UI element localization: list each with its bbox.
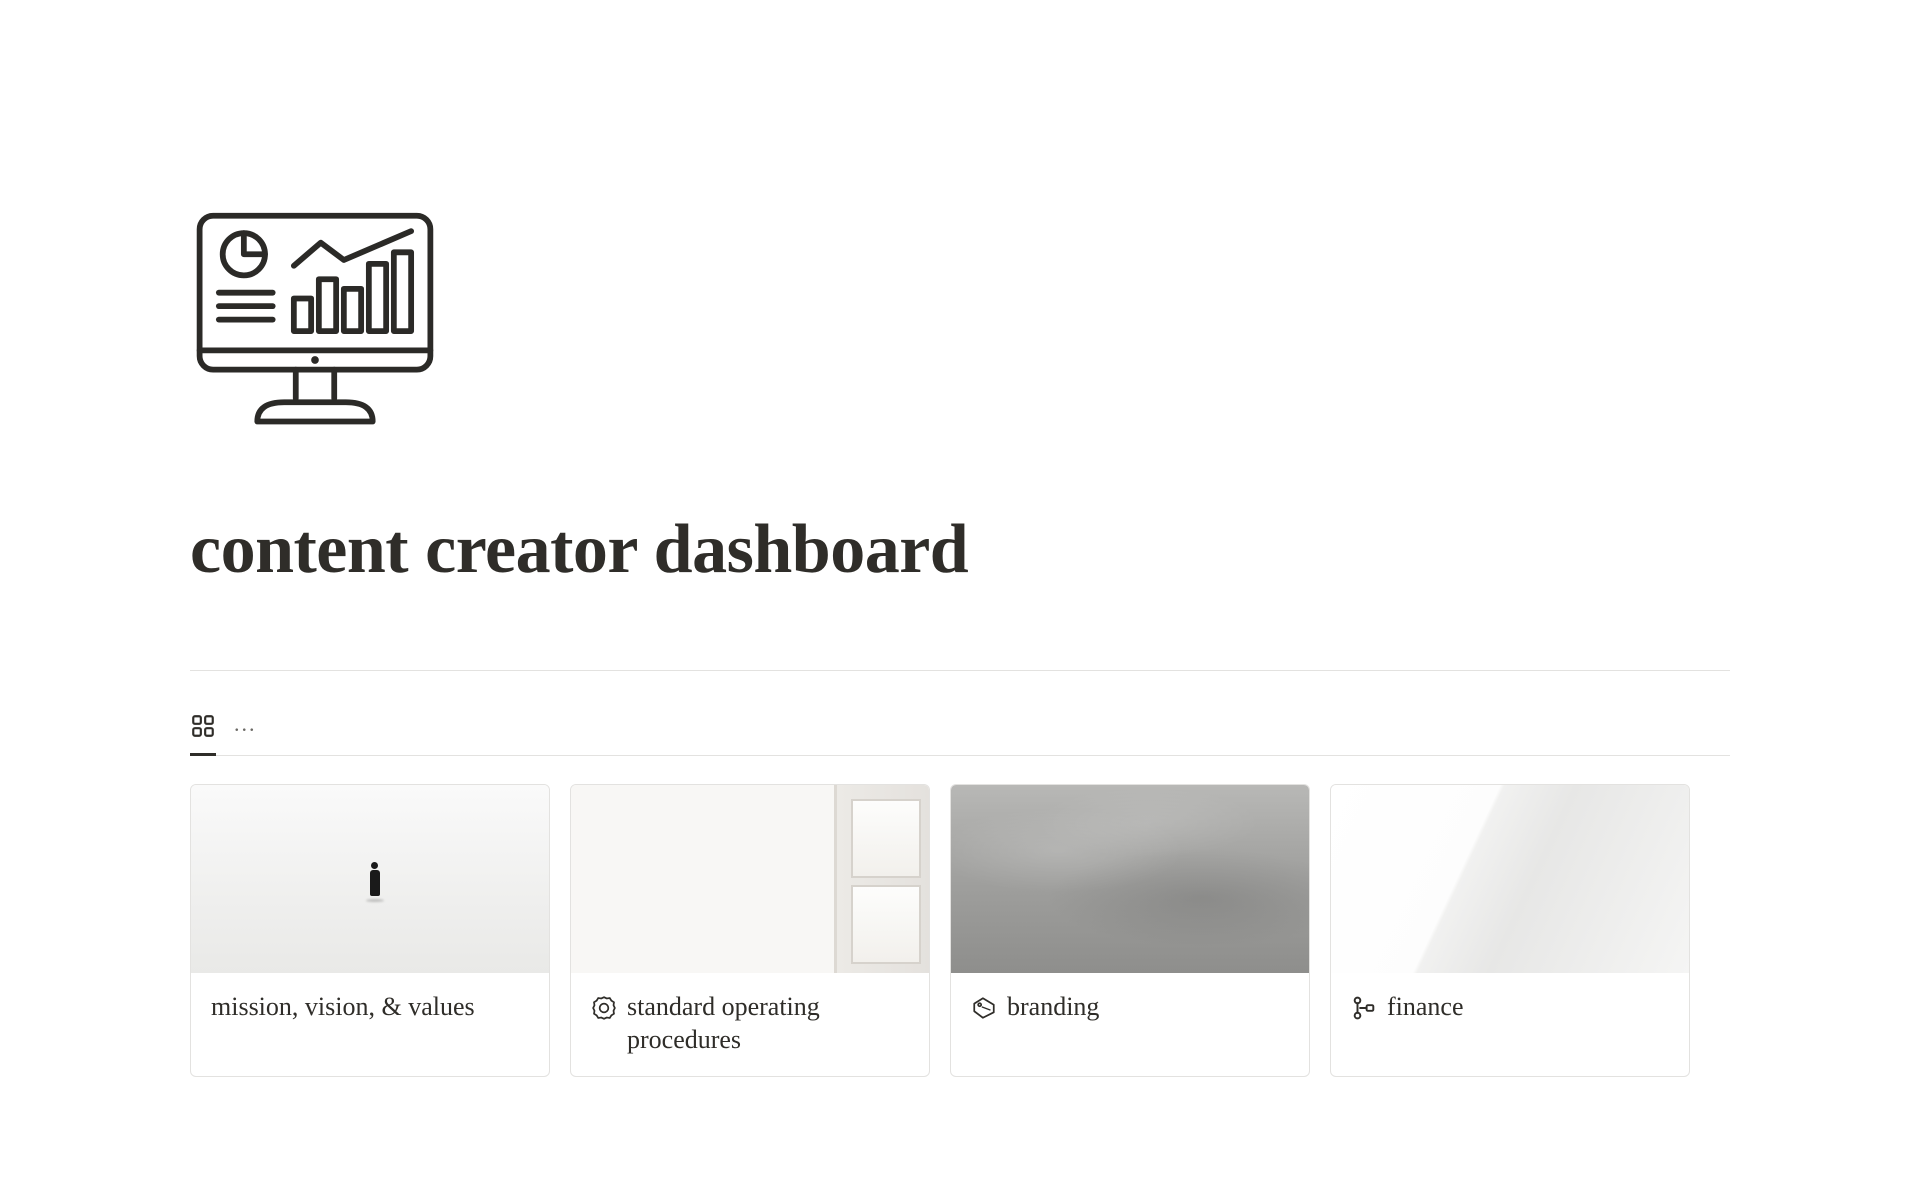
page-title: content creator dashboard <box>190 510 1730 590</box>
card-finance[interactable]: finance <box>1330 784 1690 1077</box>
page-container: content creator dashboard ... mission, v… <box>0 0 1920 1077</box>
card-branding[interactable]: branding <box>950 784 1310 1077</box>
card-body: finance <box>1331 973 1689 1044</box>
card-mission-vision-values[interactable]: mission, vision, & values <box>190 784 550 1077</box>
gallery-icon <box>190 713 216 739</box>
tab-gallery-view[interactable] <box>190 713 216 756</box>
card-cover <box>191 785 549 973</box>
tab-more-button[interactable]: ... <box>234 711 257 737</box>
card-title: finance <box>1387 991 1464 1024</box>
card-cover <box>571 785 929 973</box>
card-standard-operating-procedures[interactable]: standard operating procedures <box>570 784 930 1077</box>
gallery-row: mission, vision, & values standard opera… <box>190 784 1730 1077</box>
card-title: mission, vision, & values <box>211 991 475 1024</box>
card-title: branding <box>1007 991 1099 1024</box>
brand-tag-icon <box>971 995 997 1021</box>
card-title: standard operating procedures <box>627 991 909 1056</box>
gear-badge-icon <box>591 995 617 1021</box>
view-tabs: ... <box>190 713 1730 756</box>
dashboard-monitor-icon <box>190 210 440 431</box>
page-hero-icon[interactable] <box>190 210 440 440</box>
card-cover <box>1331 785 1689 973</box>
flowchart-icon <box>1351 995 1377 1021</box>
card-cover <box>951 785 1309 973</box>
card-body: mission, vision, & values <box>191 973 549 1044</box>
card-body: standard operating procedures <box>571 973 929 1076</box>
card-body: branding <box>951 973 1309 1044</box>
divider <box>190 670 1730 671</box>
